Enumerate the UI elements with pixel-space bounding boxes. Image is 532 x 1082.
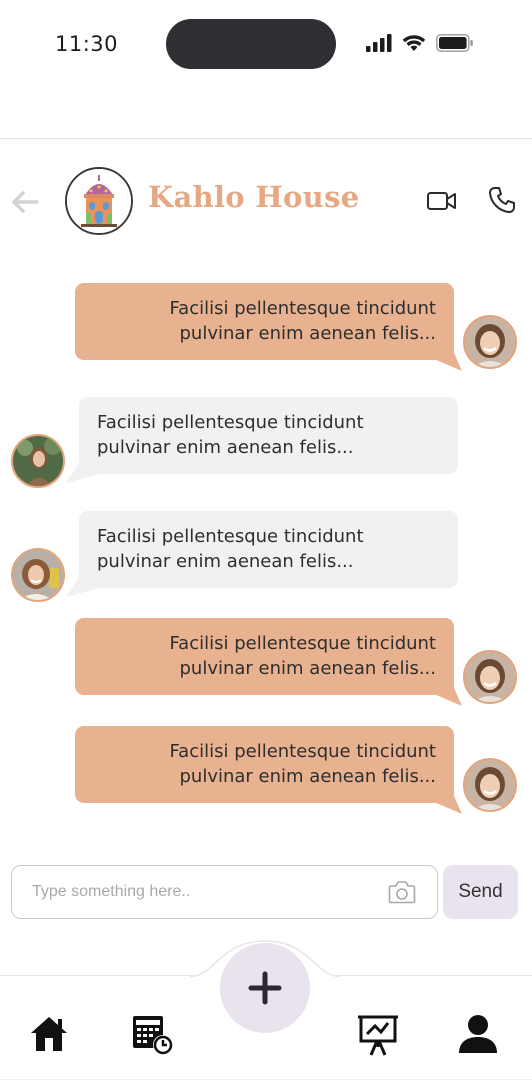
- avatar-member-1[interactable]: [11, 434, 65, 488]
- home-indicator-divider: [0, 1079, 532, 1080]
- nav-home[interactable]: [25, 1010, 73, 1058]
- nav-schedule[interactable]: [128, 1010, 176, 1058]
- avatar-member-2[interactable]: [11, 548, 65, 602]
- message-line: pulvinar enim aenean felis...: [179, 658, 437, 679]
- house-illustration-icon: [67, 169, 131, 233]
- user-photo-icon: [465, 317, 515, 367]
- add-icon: [248, 971, 282, 1005]
- battery-icon: [436, 34, 473, 52]
- message-bubble-outgoing[interactable]: Facilisi pellentesque tincidunt pulvinar…: [75, 726, 454, 803]
- video-camera-icon: [427, 192, 456, 210]
- back-button[interactable]: [8, 185, 42, 219]
- message-row: Facilisi pellentesque tincidunt pulvinar…: [0, 726, 532, 826]
- message-line: Facilisi pellentesque tincidunt: [169, 741, 436, 762]
- user-photo-icon: [13, 550, 63, 600]
- profile-icon: [459, 1015, 497, 1053]
- wifi-icon: [402, 35, 426, 51]
- user-photo-icon: [465, 652, 515, 702]
- signal-icon: [366, 34, 392, 52]
- message-bubble-incoming[interactable]: Facilisi pellentesque tincidunt pulvinar…: [79, 397, 458, 474]
- message-input[interactable]: [32, 866, 372, 917]
- voice-call-button[interactable]: [487, 185, 517, 215]
- arrow-left-icon: [12, 191, 39, 213]
- message-input-container: [11, 865, 438, 919]
- video-call-button[interactable]: [426, 187, 458, 215]
- group-avatar[interactable]: [65, 167, 133, 235]
- status-icons: [366, 34, 474, 52]
- header-divider: [0, 138, 532, 139]
- presentation-board-icon: [358, 1015, 398, 1056]
- message-line: Facilisi pellentesque tincidunt: [169, 633, 436, 654]
- message-bubble-incoming[interactable]: Facilisi pellentesque tincidunt pulvinar…: [79, 511, 458, 588]
- nav-profile[interactable]: [454, 1010, 502, 1058]
- message-row: Facilisi pellentesque tincidunt pulvinar…: [0, 511, 532, 611]
- camera-icon: [388, 881, 416, 904]
- message-line: Facilisi pellentesque tincidunt: [97, 412, 364, 433]
- message-bubble-outgoing[interactable]: Facilisi pellentesque tincidunt pulvinar…: [75, 618, 454, 695]
- send-button[interactable]: Send: [443, 865, 518, 919]
- avatar-me[interactable]: [463, 650, 517, 704]
- message-bubble-outgoing[interactable]: Facilisi pellentesque tincidunt pulvinar…: [75, 283, 454, 360]
- dynamic-island: [166, 19, 336, 69]
- message-row: Facilisi pellentesque tincidunt pulvinar…: [0, 618, 532, 718]
- message-line: Facilisi pellentesque tincidunt: [169, 298, 436, 319]
- chat-header: Kahlo House: [0, 160, 532, 244]
- message-row: Facilisi pellentesque tincidunt pulvinar…: [0, 283, 532, 383]
- message-line: pulvinar enim aenean felis...: [97, 551, 354, 572]
- status-time: 11:30: [55, 32, 119, 56]
- calendar-clock-icon: [133, 1016, 173, 1055]
- message-line: pulvinar enim aenean felis...: [179, 766, 437, 787]
- message-line: pulvinar enim aenean felis...: [97, 437, 354, 458]
- user-photo-icon: [465, 760, 515, 810]
- home-icon: [31, 1017, 67, 1051]
- message-line: pulvinar enim aenean felis...: [179, 323, 437, 344]
- chat-title: Kahlo House: [148, 180, 360, 214]
- avatar-me[interactable]: [463, 315, 517, 369]
- user-photo-icon: [13, 436, 63, 486]
- add-button[interactable]: [220, 943, 310, 1033]
- status-bar: 11:30: [0, 0, 532, 90]
- message-line: Facilisi pellentesque tincidunt: [97, 526, 364, 547]
- nav-presentations[interactable]: [354, 1010, 402, 1058]
- camera-button[interactable]: [388, 879, 416, 905]
- message-row: Facilisi pellentesque tincidunt pulvinar…: [0, 397, 532, 497]
- avatar-me[interactable]: [463, 758, 517, 812]
- phone-icon: [489, 187, 515, 213]
